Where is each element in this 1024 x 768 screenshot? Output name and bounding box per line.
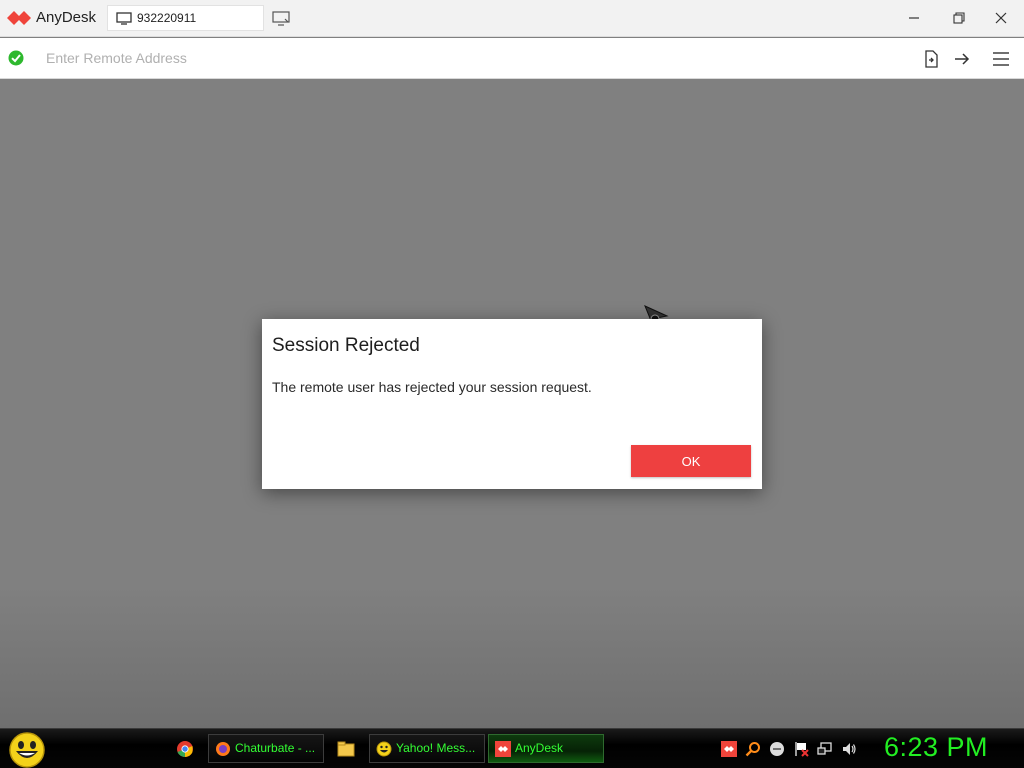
new-session-icon[interactable] [272,11,290,27]
taskbar-item-firefox[interactable]: Chaturbate - ... [208,734,324,763]
dialog-message: The remote user has rejected your sessio… [272,379,592,395]
taskbar-item-label: AnyDesk [515,741,564,755]
hamburger-menu-icon[interactable] [992,50,1010,68]
tray-anydesk-icon[interactable] [721,741,737,757]
taskbar-item-yahoo-messenger[interactable]: Yahoo! Mess... [369,734,485,763]
start-smiley-icon[interactable] [8,731,46,768]
chrome-icon[interactable] [176,740,194,758]
anydesk-logo-icon [7,11,31,25]
connect-arrow-icon[interactable] [953,50,971,68]
tray-flag-icon[interactable] [793,741,809,757]
restore-button[interactable] [948,8,970,28]
remote-address-input[interactable] [36,44,906,72]
tray-volume-icon[interactable] [841,741,857,757]
tray-search-icon[interactable] [745,741,761,757]
title-bar: AnyDesk 932220911 [0,0,1024,37]
app-name: AnyDesk [36,9,97,26]
close-button[interactable] [990,8,1012,28]
tray-status-icon[interactable] [769,741,785,757]
session-rejected-dialog: Session Rejected The remote user has rej… [262,319,762,489]
minimize-button[interactable] [903,8,925,28]
taskbar-item-anydesk[interactable]: AnyDesk [488,734,604,763]
address-bar [0,38,1024,79]
dialog-title: Session Rejected [272,335,420,356]
anydesk-icon [495,741,511,757]
file-transfer-icon[interactable] [922,50,940,68]
tray-network-icon[interactable] [817,741,833,757]
folder-icon[interactable] [337,740,355,758]
monitor-icon [116,12,132,25]
taskbar-item-label: Yahoo! Mess... [396,741,476,755]
tab-label: 932220911 [137,11,197,25]
taskbar-clock[interactable]: 6:23 PM [884,732,988,763]
yahoo-smiley-icon [376,741,392,757]
taskbar-item-label: Chaturbate - ... [235,741,316,755]
check-status-icon [8,50,24,66]
ok-button[interactable]: OK [631,445,751,477]
session-tab[interactable]: 932220911 [107,5,264,31]
taskbar: Chaturbate - ... Yahoo! Mess... AnyDesk [0,728,1024,768]
firefox-icon [216,742,230,756]
